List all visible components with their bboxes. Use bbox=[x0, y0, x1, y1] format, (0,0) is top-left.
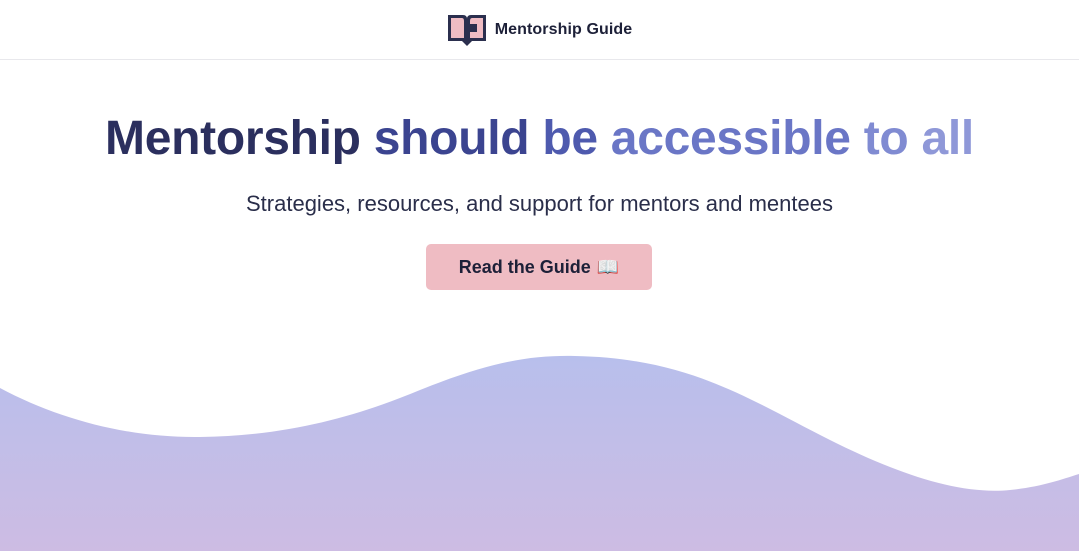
decorative-wave bbox=[0, 355, 1079, 551]
hero-title-word: Mentorship bbox=[105, 112, 361, 165]
hero-title-word: be bbox=[542, 112, 598, 165]
hero-title-word: to bbox=[863, 112, 909, 165]
open-book-icon: 📖 bbox=[596, 256, 620, 277]
hero-title-word: all bbox=[921, 112, 974, 165]
read-guide-button[interactable]: Read the Guide 📖 bbox=[426, 244, 652, 290]
hero-title: Mentorship should be accessible to all bbox=[0, 108, 1079, 170]
hero-title-word: accessible bbox=[610, 112, 851, 165]
hero-title-word: should bbox=[373, 112, 530, 165]
open-book-logo-icon bbox=[447, 14, 486, 46]
hero-subtitle: Strategies, resources, and support for m… bbox=[246, 191, 833, 216]
site-header: Mentorship Guide bbox=[0, 0, 1079, 60]
read-guide-button-label: Read the Guide bbox=[458, 256, 591, 277]
wave-shape bbox=[0, 355, 1079, 551]
brand-link[interactable]: Mentorship Guide bbox=[447, 13, 633, 47]
brand-name: Mentorship Guide bbox=[494, 20, 633, 38]
